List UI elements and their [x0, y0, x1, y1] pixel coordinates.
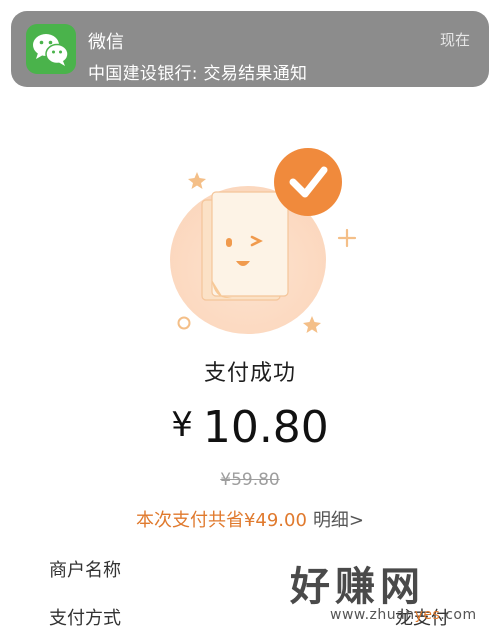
currency-symbol: ¥	[171, 405, 193, 445]
watermark-url-pre: www.zhuan	[330, 607, 415, 623]
payment-success-illustration	[160, 140, 370, 340]
receipt-front	[211, 191, 289, 297]
watermark-url-mid: yes	[414, 607, 441, 623]
amount-value: 10.80	[202, 402, 329, 453]
wechat-icon	[26, 24, 76, 74]
check-badge	[274, 148, 342, 216]
notification-app-name: 微信	[88, 32, 124, 53]
original-price-value: ¥59.80	[220, 470, 280, 490]
small-circle	[177, 316, 191, 330]
original-price: ¥59.80	[0, 470, 500, 490]
savings-text: 本次支付共省¥49.00	[135, 510, 307, 531]
left-eye	[226, 238, 232, 247]
notification-banner[interactable]: 微信 中国建设银行: 交易结果通知 现在	[11, 11, 489, 87]
savings-row: 本次支付共省¥49.00 明细>	[0, 506, 500, 532]
watermark-url: www.zhuanyes.com	[330, 607, 477, 623]
payment-method-label: 支付方式	[49, 608, 121, 629]
watermark: 好赚网 www.zhuanyes.com	[290, 552, 500, 638]
payment-status-title: 支付成功	[203, 361, 296, 386]
payment-amount: ¥10.80	[0, 402, 500, 453]
plus-sign	[337, 228, 357, 248]
merchant-name-label: 商户名称	[49, 560, 121, 581]
watermark-title: 好赚网	[290, 564, 425, 610]
notification-message: 中国建设银行: 交易结果通知	[88, 64, 308, 84]
star-top-left	[188, 172, 206, 189]
star-bottom-right	[303, 316, 321, 333]
savings-detail-link[interactable]: 明细>	[313, 510, 364, 531]
notification-time: 现在	[439, 31, 470, 49]
watermark-url-post: .com	[440, 607, 477, 623]
